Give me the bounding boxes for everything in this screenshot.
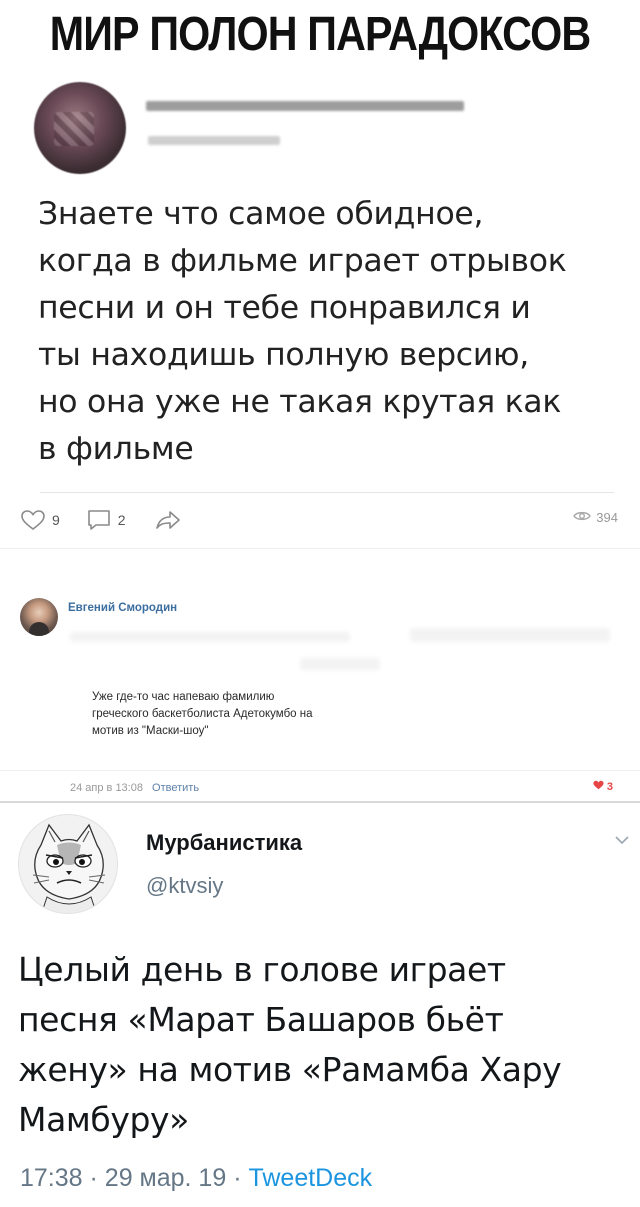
like-button[interactable]: 9 (20, 509, 60, 531)
tweet-text-line: песня «Марат Башаров бьёт (18, 1000, 504, 1039)
comment-text: Уже где-то час напеваю фамилию греческог… (92, 689, 432, 740)
views-count: 394 (596, 510, 618, 525)
meme-title: МИР ПОЛОН ПАРАДОКСОВ (49, 8, 591, 61)
post1-divider (40, 492, 614, 493)
comment-text-line: греческого баскетболиста Адетокумбо на (92, 708, 313, 720)
post1-text-line: когда в фильме играет отрывок (38, 243, 567, 279)
post1-text-line: песни и он тебе понравился и (38, 290, 531, 326)
post1-text: Знаете что самое обидное, когда в фильме… (38, 191, 618, 473)
like-count: 9 (52, 512, 60, 528)
post1-author-handle-blurred[interactable] (148, 136, 280, 145)
comment-button[interactable]: 2 (86, 508, 126, 532)
post1-actions: 9 2 (20, 508, 182, 532)
tweet-time[interactable]: 17:38 (20, 1164, 83, 1192)
section-divider (0, 801, 640, 803)
chevron-down-icon[interactable] (614, 832, 630, 850)
tweet-author-name[interactable]: Мурбанистика (146, 830, 302, 856)
comment-author[interactable]: Евгений Смородин (68, 602, 177, 614)
meta-separator: · (89, 1164, 98, 1192)
post1-text-line: в фильме (38, 431, 194, 467)
share-button[interactable] (154, 509, 182, 531)
comment-blurred-artifact (70, 632, 350, 642)
heart-filled-icon (593, 780, 604, 793)
heart-icon (20, 509, 46, 531)
tweet-avatar-grumpy-cat[interactable] (18, 814, 118, 914)
tweet-meta: 17:38 · 29 мар. 19 · TweetDeck (20, 1164, 372, 1193)
tweet-text-line: Целый день в голове играет (18, 950, 506, 989)
post1-avatar-blurred[interactable] (34, 82, 126, 174)
post1-text-line: Знаете что самое обидное, (38, 196, 484, 232)
post1-author-name-blurred[interactable] (146, 101, 464, 111)
reply-button[interactable]: Ответить (152, 782, 199, 794)
post1-bottom-divider (0, 548, 640, 549)
comment-divider (0, 770, 640, 771)
comment-icon (86, 508, 112, 532)
tweet-text: Целый день в голове играет песня «Марат … (18, 945, 628, 1145)
tweet-text-line: Мамбуру» (18, 1100, 189, 1139)
comment-avatar[interactable] (20, 598, 58, 636)
comment-blurred-artifact (410, 628, 610, 642)
post1-views: 394 (573, 510, 618, 525)
comment-blurred-artifact (300, 658, 380, 670)
comment-like-button[interactable]: 3 (593, 780, 613, 793)
comment-meta: 24 апр в 13:08 Ответить (70, 782, 199, 794)
post1-text-line: ты находишь полную версию, (38, 337, 529, 373)
tweet-text-line: жену» на мотив «Рамамба Хару (18, 1050, 562, 1089)
comment-count: 2 (117, 512, 126, 528)
meta-separator: · (233, 1164, 242, 1192)
eye-icon (573, 510, 592, 525)
comment-text-line: Уже где-то час напеваю фамилию (92, 691, 275, 703)
comment-timestamp[interactable]: 24 апр в 13:08 (70, 782, 143, 794)
share-icon (154, 509, 182, 531)
comment-text-line: мотив из "Маски-шоу" (92, 725, 209, 737)
post1-text-line: но она уже не такая крутая как (38, 384, 562, 420)
tweet-date[interactable]: 29 мар. 19 (105, 1164, 226, 1192)
tweet-source-link[interactable]: TweetDeck (248, 1164, 372, 1192)
tweet-author-handle[interactable]: @ktvsiy (146, 873, 223, 899)
comment-like-count: 3 (606, 780, 613, 793)
